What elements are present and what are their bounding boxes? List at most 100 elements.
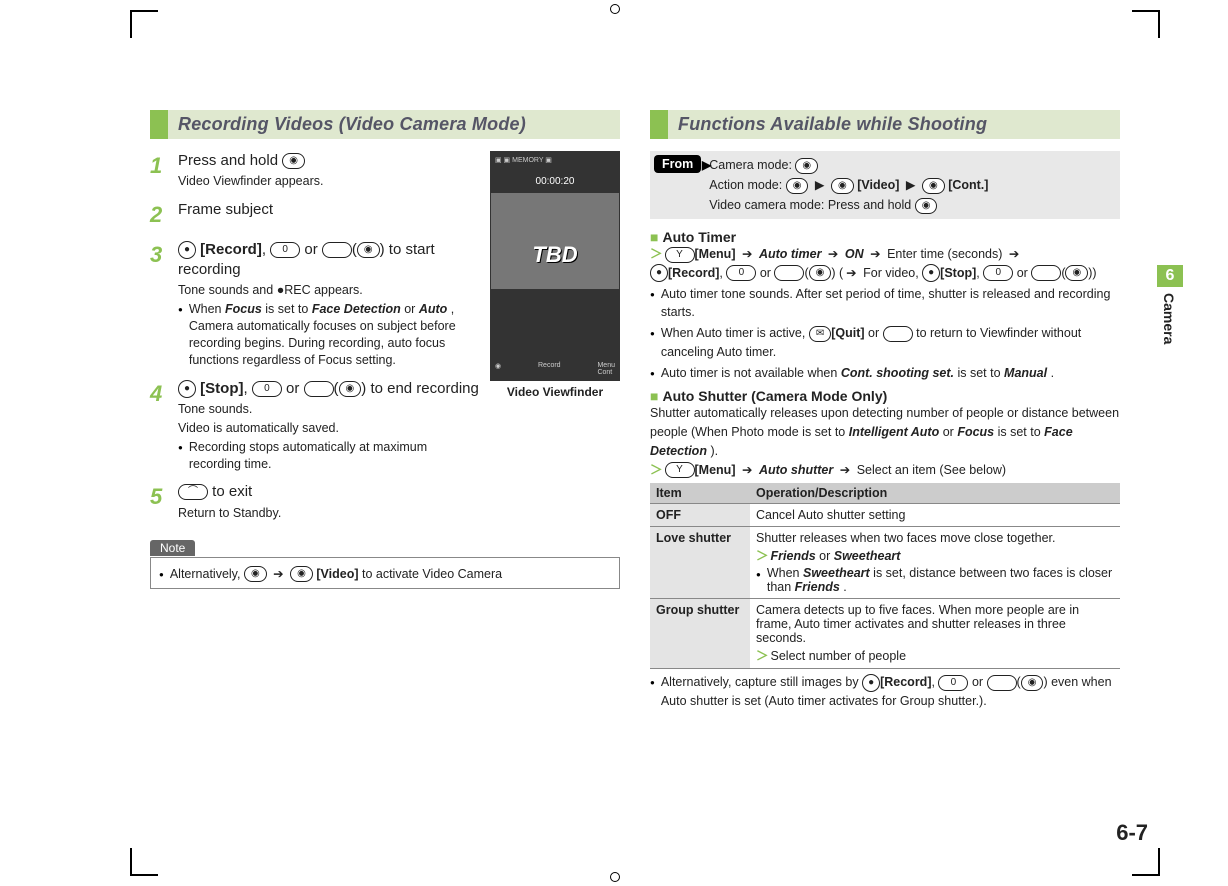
- camera-key-icon: ◉: [831, 178, 854, 194]
- record-label: [Record]: [200, 241, 262, 258]
- step-4-tail: to end recording: [370, 380, 478, 397]
- from-row: From Camera mode: ◉ Action mode: ◉ ▶ ◉ […: [650, 151, 1120, 219]
- heading-accent: [650, 110, 668, 139]
- heading-text: Recording Videos (Video Camera Mode): [168, 110, 620, 139]
- section-heading-recording: Recording Videos (Video Camera Mode): [150, 110, 620, 139]
- chapter-label: Camera: [1157, 287, 1181, 350]
- center-key-icon: ●: [650, 264, 668, 282]
- camera-key-icon: ◉: [809, 265, 832, 281]
- step-5: 5 ⌒ to exit Return to Standby.: [150, 482, 620, 521]
- viewfinder-softkey-left: ◉: [495, 362, 501, 376]
- viewfinder-softkey-cont: Cont: [597, 369, 612, 376]
- step-5-sub: Return to Standby.: [178, 505, 620, 522]
- crop-mark: [130, 874, 158, 876]
- camera-key-icon: ◉: [786, 178, 809, 194]
- step-2: 2 Frame subject: [150, 200, 482, 230]
- auto-shutter-path: ＞Y[Menu] ➔ Auto shutter ➔ Select an item…: [650, 461, 1120, 480]
- viewfinder-tbd: TBD: [491, 242, 619, 268]
- right-column: Functions Available while Shooting From …: [650, 110, 1120, 711]
- crop-mark: [1158, 848, 1160, 876]
- table-row: Love shutter Shutter releases when two f…: [650, 527, 1120, 599]
- side-tab: 6 Camera: [1157, 265, 1183, 350]
- camera-key-icon: ◉: [915, 198, 938, 214]
- section-heading-functions: Functions Available while Shooting: [650, 110, 1120, 139]
- table-row: OFF Cancel Auto shutter setting: [650, 504, 1120, 527]
- y-key-icon: Y: [665, 247, 695, 263]
- auto-timer-heading: ■Auto Timer: [650, 229, 1120, 245]
- arrow-icon: ➔: [270, 567, 286, 581]
- camera-key-icon: ◉: [244, 566, 267, 582]
- step-4-sub2: Video is automatically saved.: [178, 420, 482, 437]
- camera-key-icon: ◉: [922, 178, 945, 194]
- crop-mark: [130, 10, 158, 12]
- auto-shutter-table: Item Operation/Description OFF Cancel Au…: [650, 483, 1120, 669]
- step-1-sub: Video Viewfinder appears.: [178, 173, 482, 190]
- camera-key-icon: ◉: [290, 566, 313, 582]
- center-key-icon: ●: [922, 264, 940, 282]
- page-number: 6-7: [1116, 820, 1148, 846]
- center-key-icon: ●: [862, 674, 880, 692]
- crop-mark: [1158, 10, 1160, 38]
- camera-key-icon: ◉: [1021, 675, 1044, 691]
- center-key-icon: ●: [178, 241, 196, 259]
- step-4-sub1: Tone sounds.: [178, 401, 482, 418]
- table-row: Group shutter Camera detects up to five …: [650, 599, 1120, 669]
- side-key-icon: [304, 381, 334, 397]
- step-number: 5: [150, 482, 178, 521]
- camera-key-icon: ◉: [357, 242, 380, 258]
- auto-shutter-tail: Alternatively, capture still images by ●…: [661, 673, 1120, 711]
- step-number: 2: [150, 200, 178, 230]
- auto-shutter-heading: ■Auto Shutter (Camera Mode Only): [650, 388, 1120, 404]
- crop-mark: [130, 848, 132, 876]
- note-label: Note: [150, 540, 195, 556]
- heading-text: Functions Available while Shooting: [668, 110, 1120, 139]
- side-key-icon: [987, 675, 1017, 691]
- viewfinder-timer: 00:00:20: [491, 176, 619, 187]
- mail-key-icon: ✉: [809, 326, 831, 342]
- registration-mark: [610, 872, 620, 882]
- stop-label: [Stop]: [200, 380, 243, 397]
- camera-key-icon: ◉: [795, 158, 818, 174]
- auto-timer-bullet-2: When Auto timer is active, ✉[Quit] or to…: [661, 324, 1120, 362]
- viewfinder-softkey-menu: Menu: [597, 362, 615, 369]
- registration-mark: [610, 4, 620, 14]
- viewfinder-softkey-center: Record: [538, 362, 561, 376]
- side-key-icon: [1031, 265, 1061, 281]
- step-1-text-pre: Press and hold: [178, 152, 282, 169]
- step-4-bullet: Recording stops automatically at maximum…: [189, 439, 482, 473]
- zero-key-icon: 0: [938, 675, 968, 691]
- step-3-sub: Tone sounds and ●REC appears.: [178, 282, 482, 299]
- zero-key-icon: 0: [252, 381, 282, 397]
- left-column: Recording Videos (Video Camera Mode) ▣ ▣…: [150, 110, 620, 711]
- zero-key-icon: 0: [983, 265, 1013, 281]
- crop-mark: [130, 10, 132, 38]
- clear-key-icon: [883, 326, 913, 342]
- step-3: 3 ● [Record], 0 or (◉) to start recordin…: [150, 240, 482, 369]
- viewfinder-caption: Video Viewfinder: [490, 385, 620, 399]
- side-key-icon: [774, 265, 804, 281]
- crop-mark: [1132, 874, 1160, 876]
- camera-key-icon: ◉: [339, 381, 362, 397]
- auto-timer-bullet-1: Auto timer tone sounds. After set period…: [661, 285, 1120, 323]
- heading-accent: [150, 110, 168, 139]
- chapter-number: 6: [1157, 265, 1183, 287]
- camera-key-icon: ◉: [1065, 265, 1088, 281]
- page: Recording Videos (Video Camera Mode) ▣ ▣…: [0, 0, 1228, 886]
- center-key-icon: ●: [178, 380, 196, 398]
- auto-shutter-intro: Shutter automatically releases upon dete…: [650, 404, 1120, 460]
- from-tag: From: [654, 155, 701, 173]
- step-number: 1: [150, 151, 178, 190]
- end-key-icon: ⌒: [178, 484, 208, 500]
- step-2-text: Frame subject: [178, 200, 482, 220]
- viewfinder-figure: ▣ ▣ MEMORY ▣ 00:00:20 TBD ◉ Record Menu …: [490, 151, 620, 399]
- y-key-icon: Y: [665, 462, 695, 478]
- zero-key-icon: 0: [270, 242, 300, 258]
- step-1: 1 Press and hold ◉ Video Viewfinder appe…: [150, 151, 482, 190]
- side-key-icon: [322, 242, 352, 258]
- zero-key-icon: 0: [726, 265, 756, 281]
- step-4: 4 ● [Stop], 0 or (◉) to end recording To…: [150, 379, 482, 473]
- step-5-tail: to exit: [212, 483, 252, 500]
- camera-key-icon: ◉: [282, 153, 305, 169]
- play-icon: ▶: [903, 178, 919, 192]
- step-number: 4: [150, 379, 178, 473]
